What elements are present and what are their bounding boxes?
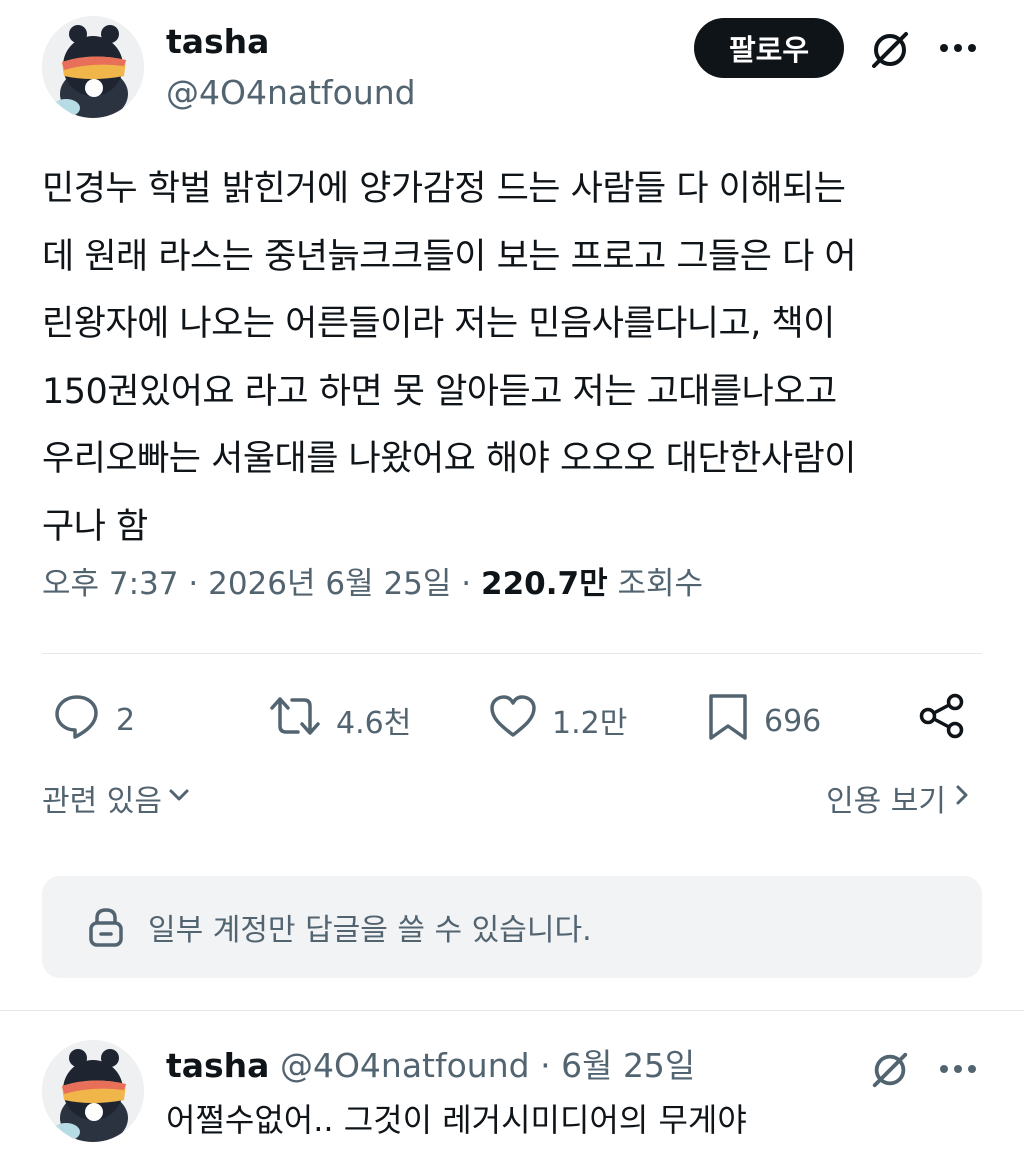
author-name[interactable]: tasha xyxy=(166,22,269,62)
related-toggle[interactable]: 관련 있음 xyxy=(42,776,192,820)
reply-restriction-notice: 일부 계정만 답글을 쓸 수 있습니다. xyxy=(42,876,982,978)
quotes-link[interactable]: 인용 보기 xyxy=(826,776,972,820)
divider xyxy=(42,653,982,654)
like-count: 1.2만 xyxy=(552,706,628,741)
heart-icon xyxy=(488,692,538,748)
views-label: 조회수 xyxy=(617,566,704,602)
chevron-down-icon xyxy=(166,781,192,816)
notice-text: 일부 계정만 답글을 쓸 수 있습니다. xyxy=(148,913,592,948)
tweet-time[interactable]: 오후 7:37 xyxy=(42,566,179,602)
bookmark-action[interactable]: 696 xyxy=(706,692,821,750)
reply-author-name[interactable]: tasha xyxy=(166,1046,269,1085)
reply-date[interactable]: 6월 25일 xyxy=(561,1046,695,1085)
reply-separator: · xyxy=(540,1046,551,1085)
reply-author-handle[interactable]: @4O4natfound xyxy=(280,1046,530,1085)
quotes-label: 인용 보기 xyxy=(826,784,946,819)
more-dots-icon[interactable] xyxy=(936,32,980,64)
reply-count: 2 xyxy=(116,702,136,738)
related-label: 관련 있음 xyxy=(42,784,162,819)
chevron-right-icon xyxy=(952,781,972,816)
tweet-meta: 오후 7:37 · 2026년 6월 25일 · 220.7만 조회수 xyxy=(42,562,703,606)
reply-text: 어쩔수없어.. 그것이 레거시미디어의 무게야 xyxy=(166,1101,747,1139)
like-action[interactable]: 1.2만 xyxy=(488,692,627,748)
reply-action[interactable]: 2 xyxy=(52,692,135,748)
share-icon[interactable] xyxy=(916,690,968,742)
grok-icon[interactable] xyxy=(864,24,916,76)
tweet-text: 민경누 학벌 밝힌거에 양가감정 드는 사람들 다 이해되는 데 원래 라스는 … xyxy=(42,169,857,547)
meta-separator: · xyxy=(188,566,199,602)
reply-header: tasha @4O4natfound · 6월 25일 xyxy=(166,1046,695,1086)
bookmark-icon xyxy=(706,692,750,750)
reply-grok-icon[interactable] xyxy=(866,1046,914,1094)
reply-more-dots-icon[interactable] xyxy=(936,1054,980,1084)
views-count: 220.7만 xyxy=(481,566,608,602)
bookmark-count: 696 xyxy=(764,703,822,739)
retweet-count: 4.6천 xyxy=(336,706,412,741)
author-avatar[interactable] xyxy=(42,16,144,118)
retweet-icon xyxy=(268,692,322,748)
tweet-date[interactable]: 2026년 6월 25일 xyxy=(208,566,451,602)
author-handle[interactable]: @4O4natfound xyxy=(166,73,416,113)
reply-avatar[interactable] xyxy=(42,1040,144,1142)
section-divider xyxy=(0,1010,1024,1011)
lock-icon xyxy=(86,905,126,949)
reply-icon xyxy=(52,692,102,748)
retweet-action[interactable]: 4.6천 xyxy=(268,692,411,748)
meta-separator: · xyxy=(461,566,472,602)
follow-button[interactable]: 팔로우 xyxy=(694,18,844,78)
